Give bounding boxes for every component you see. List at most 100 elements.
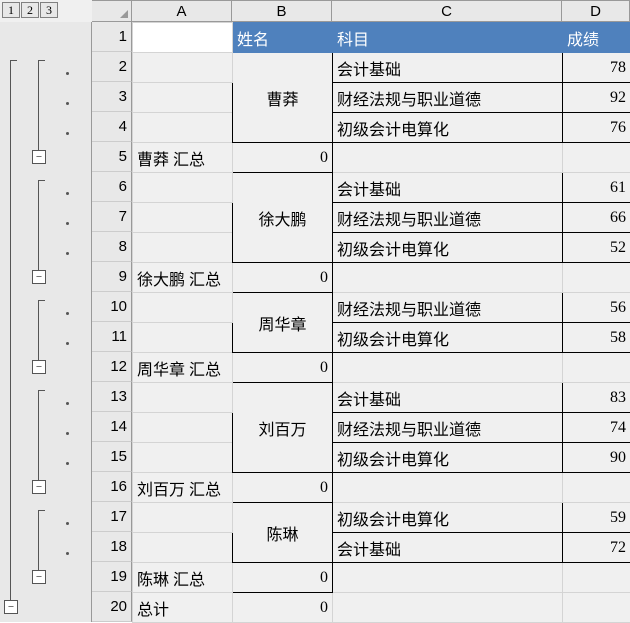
- collapse-group-4[interactable]: −: [32, 480, 46, 494]
- grand-total-label[interactable]: 总计: [133, 593, 233, 623]
- cell[interactable]: [133, 83, 233, 113]
- subtotal-value[interactable]: 0: [233, 473, 333, 503]
- subject-cell[interactable]: 财经法规与职业道德: [333, 413, 563, 443]
- subject-cell[interactable]: 财经法规与职业道德: [333, 83, 563, 113]
- select-all-cell[interactable]: [92, 1, 132, 21]
- subtotal-label[interactable]: 陈琳 汇总: [133, 563, 233, 593]
- subtotal-label[interactable]: 周华章 汇总: [133, 353, 233, 383]
- row-header[interactable]: 14: [92, 412, 132, 442]
- name-cell[interactable]: 周华章: [233, 293, 333, 353]
- score-cell[interactable]: 66: [563, 203, 630, 233]
- subtotal-label[interactable]: 曹莽 汇总: [133, 143, 233, 173]
- row-header[interactable]: 7: [92, 202, 132, 232]
- row-header[interactable]: 8: [92, 232, 132, 262]
- subtotal-value[interactable]: 0: [233, 143, 333, 173]
- score-cell[interactable]: 72: [563, 533, 630, 563]
- cell-grid[interactable]: 姓名 科目 成绩 曹莽 会计基础 78 财经法规与职业道德 92 初级会计电算化…: [132, 22, 630, 623]
- row-header[interactable]: 10: [92, 292, 132, 322]
- score-cell[interactable]: 74: [563, 413, 630, 443]
- row-header[interactable]: 5: [92, 142, 132, 172]
- collapse-group-5[interactable]: −: [32, 570, 46, 584]
- cell[interactable]: [563, 263, 630, 293]
- score-cell[interactable]: 76: [563, 113, 630, 143]
- name-cell[interactable]: 刘百万: [233, 383, 333, 473]
- cell[interactable]: [133, 53, 233, 83]
- score-cell[interactable]: 92: [563, 83, 630, 113]
- header-subject[interactable]: 科目: [333, 23, 563, 53]
- subject-cell[interactable]: 初级会计电算化: [333, 233, 563, 263]
- row-header[interactable]: 16: [92, 472, 132, 502]
- subject-cell[interactable]: 初级会计电算化: [333, 503, 563, 533]
- cell[interactable]: [563, 593, 630, 623]
- subject-cell[interactable]: 会计基础: [333, 173, 563, 203]
- score-cell[interactable]: 61: [563, 173, 630, 203]
- subject-cell[interactable]: 会计基础: [333, 53, 563, 83]
- score-cell[interactable]: 59: [563, 503, 630, 533]
- cell[interactable]: [133, 173, 233, 203]
- subtotal-value[interactable]: 0: [233, 353, 333, 383]
- collapse-group-2[interactable]: −: [32, 270, 46, 284]
- cell[interactable]: [133, 383, 233, 413]
- cell[interactable]: [333, 143, 563, 173]
- cell[interactable]: [133, 443, 233, 473]
- row-header[interactable]: 20: [92, 592, 132, 622]
- col-header-d[interactable]: D: [562, 1, 630, 21]
- name-cell[interactable]: 曹莽: [233, 53, 333, 143]
- score-cell[interactable]: 52: [563, 233, 630, 263]
- outline-level-2[interactable]: 2: [21, 2, 39, 18]
- cell[interactable]: [133, 503, 233, 533]
- cell[interactable]: [133, 233, 233, 263]
- collapse-grand-total[interactable]: −: [4, 600, 18, 614]
- cell[interactable]: [333, 353, 563, 383]
- header-name[interactable]: 姓名: [233, 23, 333, 53]
- score-cell[interactable]: 83: [563, 383, 630, 413]
- row-header[interactable]: 11: [92, 322, 132, 352]
- score-cell[interactable]: 90: [563, 443, 630, 473]
- cell[interactable]: [333, 473, 563, 503]
- cell[interactable]: [133, 323, 233, 353]
- subtotal-label[interactable]: 刘百万 汇总: [133, 473, 233, 503]
- cell[interactable]: [563, 353, 630, 383]
- cell[interactable]: [563, 143, 630, 173]
- cell[interactable]: [133, 203, 233, 233]
- subject-cell[interactable]: 会计基础: [333, 533, 563, 563]
- row-header[interactable]: 19: [92, 562, 132, 592]
- row-header[interactable]: 18: [92, 532, 132, 562]
- row-header[interactable]: 1: [92, 22, 132, 52]
- row-header[interactable]: 15: [92, 442, 132, 472]
- cell[interactable]: [333, 593, 563, 623]
- row-header[interactable]: 13: [92, 382, 132, 412]
- outline-level-1[interactable]: 1: [2, 2, 20, 18]
- row-header[interactable]: 3: [92, 82, 132, 112]
- score-cell[interactable]: 78: [563, 53, 630, 83]
- row-header[interactable]: 12: [92, 352, 132, 382]
- cell[interactable]: [133, 23, 233, 53]
- subtotal-value[interactable]: 0: [233, 563, 333, 593]
- cell[interactable]: [133, 413, 233, 443]
- row-header[interactable]: 17: [92, 502, 132, 532]
- cell[interactable]: [133, 293, 233, 323]
- collapse-group-3[interactable]: −: [32, 360, 46, 374]
- grand-total-value[interactable]: 0: [233, 593, 333, 623]
- cell[interactable]: [333, 563, 563, 593]
- subject-cell[interactable]: 会计基础: [333, 383, 563, 413]
- subject-cell[interactable]: 初级会计电算化: [333, 443, 563, 473]
- subject-cell[interactable]: 财经法规与职业道德: [333, 203, 563, 233]
- row-header[interactable]: 2: [92, 52, 132, 82]
- col-header-b[interactable]: B: [232, 1, 332, 21]
- cell[interactable]: [563, 473, 630, 503]
- col-header-a[interactable]: A: [132, 1, 232, 21]
- subtotal-value[interactable]: 0: [233, 263, 333, 293]
- header-score[interactable]: 成绩: [563, 23, 630, 53]
- outline-level-3[interactable]: 3: [40, 2, 58, 18]
- subject-cell[interactable]: 初级会计电算化: [333, 113, 563, 143]
- cell[interactable]: [133, 113, 233, 143]
- score-cell[interactable]: 56: [563, 293, 630, 323]
- subtotal-label[interactable]: 徐大鹏 汇总: [133, 263, 233, 293]
- cell[interactable]: [563, 563, 630, 593]
- score-cell[interactable]: 58: [563, 323, 630, 353]
- collapse-group-1[interactable]: −: [32, 150, 46, 164]
- cell[interactable]: [133, 533, 233, 563]
- row-header[interactable]: 9: [92, 262, 132, 292]
- row-header[interactable]: 4: [92, 112, 132, 142]
